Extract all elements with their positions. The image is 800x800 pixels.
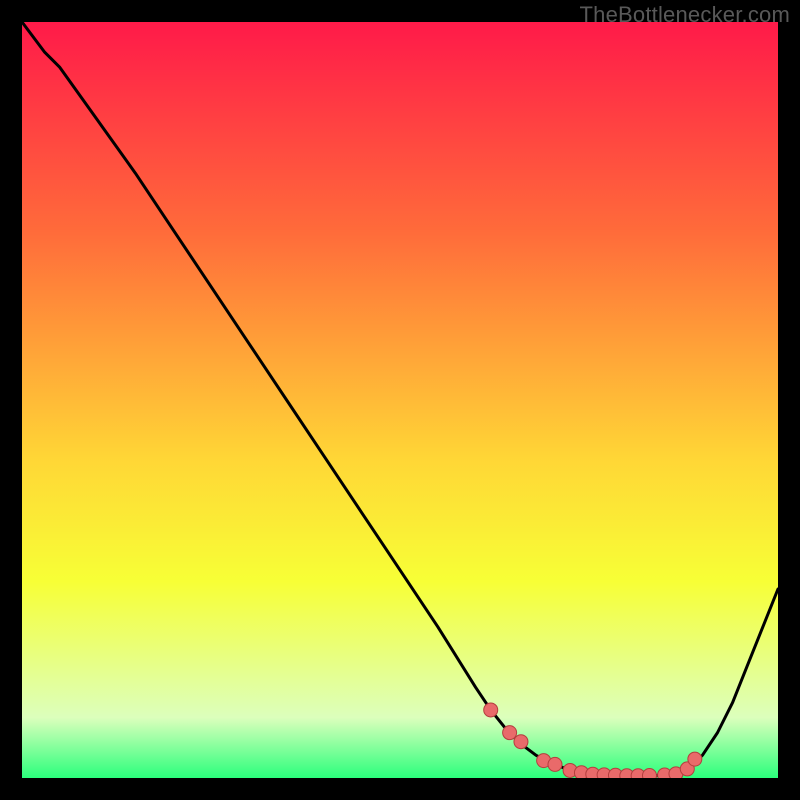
marker-point: [484, 703, 498, 717]
watermark-text: TheBottlenecker.com: [580, 2, 790, 28]
marker-point: [688, 752, 702, 766]
marker-point: [642, 769, 656, 778]
gradient-background: [22, 22, 778, 778]
marker-point: [548, 757, 562, 771]
outer-frame: TheBottlenecker.com: [0, 0, 800, 800]
marker-point: [514, 735, 528, 749]
chart-svg: [22, 22, 778, 778]
marker-point: [503, 726, 517, 740]
plot-area: [22, 22, 778, 778]
